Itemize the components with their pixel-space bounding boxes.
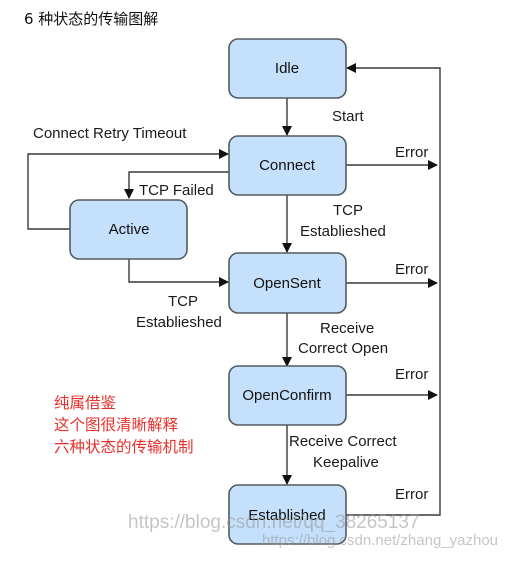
watermark-1: https://blog.csdn.net/qq_38265137 <box>128 512 420 533</box>
label-error-established: Error <box>395 486 428 503</box>
label-error-connect: Error <box>395 144 428 161</box>
note-line-3: 六种状态的传输机制 <box>54 438 194 456</box>
label-receive-open-a: Receive <box>320 320 374 337</box>
state-connect: Connect <box>228 135 347 196</box>
note-line-1: 纯属借鉴 <box>54 394 117 412</box>
annotation-note: 纯属借鉴 这个图很清晰解释 六种状态的传输机制 <box>54 392 194 458</box>
label-connect-retry-timeout: Connect Retry Timeout <box>33 125 187 142</box>
state-opensent: OpenSent <box>228 252 347 314</box>
state-idle: Idle <box>228 38 347 99</box>
label-tcp-established-2b: Establieshed <box>136 314 222 331</box>
state-openconfirm-label: OpenConfirm <box>242 387 331 404</box>
label-receive-keepalive-b: Keepalive <box>313 454 379 471</box>
label-error-openconfirm: Error <box>395 366 428 383</box>
watermark-2: https://blog.csdn.net/zhang_yazhou <box>262 532 499 549</box>
state-active: Active <box>69 199 188 260</box>
note-line-2: 这个图很清晰解释 <box>54 416 179 434</box>
label-tcp-established-b: Establieshed <box>300 223 386 240</box>
label-tcp-established-2a: TCP <box>168 293 198 310</box>
edge-active-opensent <box>128 259 229 287</box>
state-connect-label: Connect <box>259 157 316 174</box>
state-idle-label: Idle <box>275 60 299 77</box>
label-error-opensent: Error <box>395 261 428 278</box>
label-receive-keepalive-a: Receive Correct <box>289 433 397 450</box>
bgp-state-diagram: Idle Connect Active OpenSent OpenConfirm… <box>27 38 441 545</box>
state-opensent-label: OpenSent <box>253 275 321 292</box>
label-tcp-failed: TCP Failed <box>139 182 214 199</box>
label-tcp-established-a: TCP <box>333 202 363 219</box>
label-start: Start <box>332 108 365 125</box>
state-openconfirm: OpenConfirm <box>228 365 347 426</box>
label-receive-open-b: Correct Open <box>298 340 388 357</box>
state-active-label: Active <box>109 221 150 238</box>
